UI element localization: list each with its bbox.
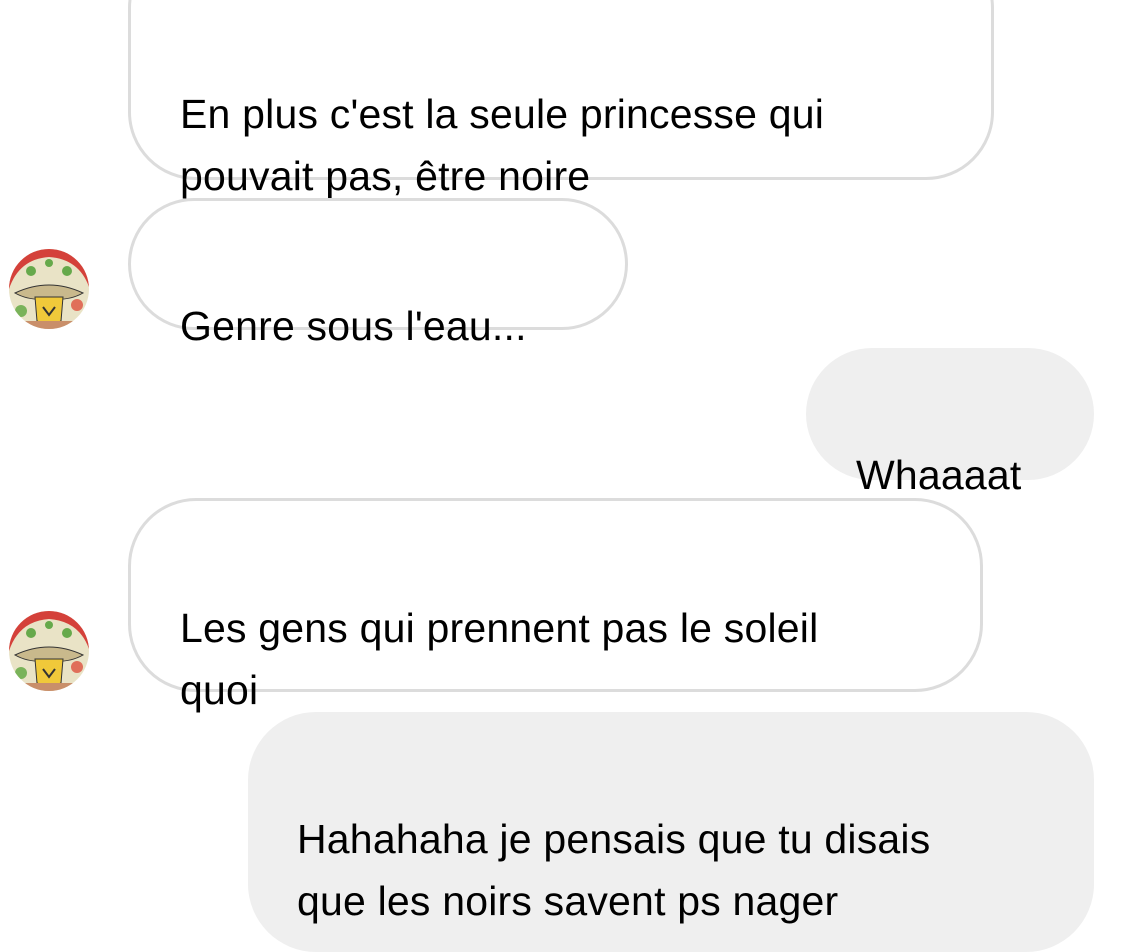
message-bubble-incoming[interactable]: Genre sous l'eau... — [128, 198, 628, 349]
message-text: Hahahaha je pensais que tu disais que le… — [297, 816, 931, 924]
message-bubble-outgoing[interactable]: Whaaaat — [806, 348, 1094, 498]
message-text: Genre sous l'eau... — [180, 303, 527, 349]
contact-avatar[interactable] — [9, 611, 89, 691]
mushroom-avatar-icon — [9, 249, 89, 329]
message-bubble-outgoing[interactable]: Hahahaha je pensais que tu disais que le… — [248, 712, 1094, 952]
contact-avatar[interactable] — [9, 249, 89, 329]
mushroom-avatar-icon — [9, 611, 89, 691]
message-text: Whaaaat — [856, 452, 1022, 498]
message-text: En plus c'est la seule princesse qui pou… — [180, 91, 825, 199]
message-bubble-incoming[interactable]: Les gens qui prennent pas le soleil quoi — [128, 498, 983, 713]
message-text: Les gens qui prennent pas le soleil quoi — [180, 605, 819, 713]
message-bubble-incoming[interactable]: En plus c'est la seule princesse qui pou… — [128, 0, 994, 199]
